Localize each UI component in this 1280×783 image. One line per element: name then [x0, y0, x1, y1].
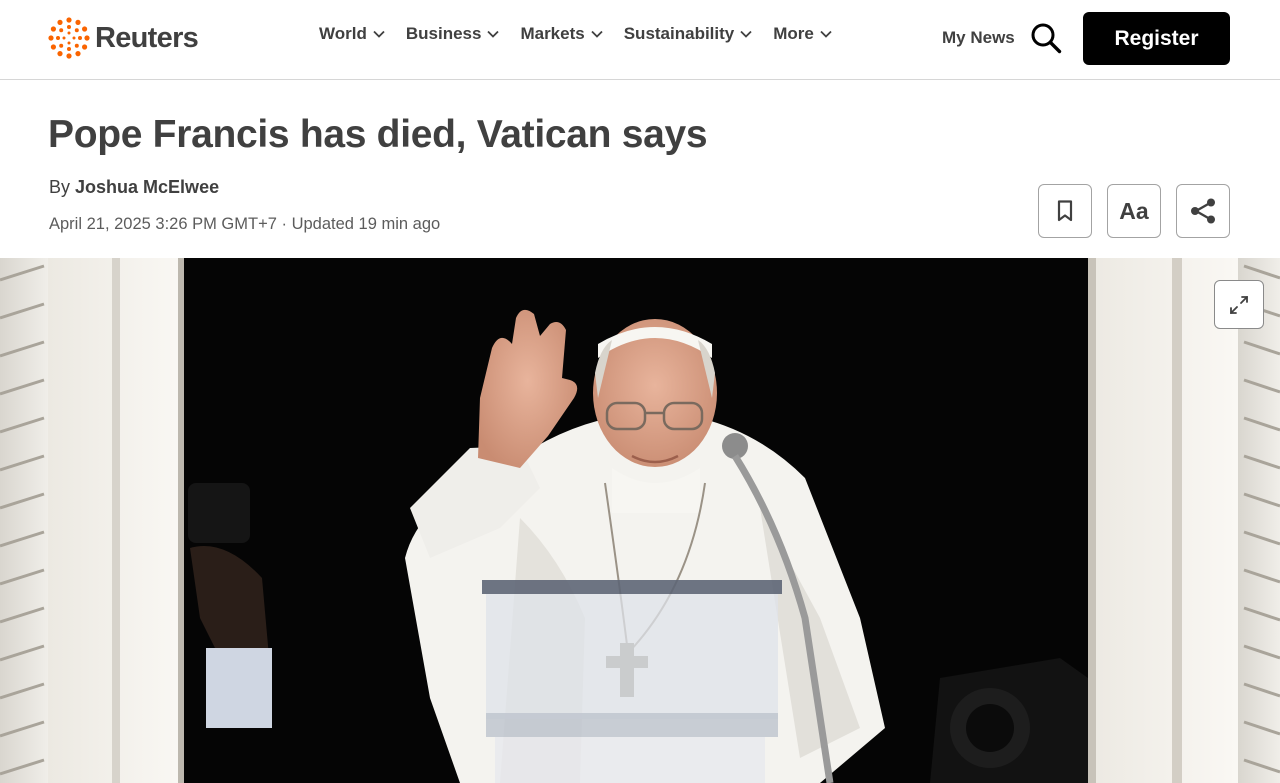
reuters-logo-icon [48, 17, 90, 59]
logo-wordmark: Reuters [95, 21, 199, 54]
share-button[interactable] [1176, 184, 1230, 238]
nav-item-more[interactable]: More [773, 24, 833, 44]
hero-photo [0, 258, 1280, 783]
text-size-button[interactable]: Aa [1107, 184, 1161, 238]
chevron-down-icon [487, 30, 500, 38]
chevron-down-icon [740, 30, 752, 38]
reuters-logo[interactable]: Reuters [48, 16, 199, 60]
nav-item-label: Sustainability [623, 24, 735, 43]
byline: By Joshua McElwee [49, 177, 219, 198]
chevron-down-icon [820, 30, 832, 38]
text-size-label: Aa [1119, 197, 1149, 224]
my-news-link[interactable]: My News [942, 28, 1015, 48]
nav-item-world[interactable]: World [319, 24, 386, 44]
expand-icon [1230, 295, 1248, 314]
top-navigation-bar: Reuters World Business Markets Sustainab… [0, 0, 1280, 80]
nav-item-label: More [773, 24, 814, 43]
hero-image [0, 258, 1280, 783]
article-headline: Pope Francis has died, Vatican says [48, 113, 708, 156]
article-dateline: April 21, 2025 3:26 PM GMT+7 · Updated 1… [49, 215, 441, 233]
bookmark-icon [1057, 200, 1073, 222]
nav-item-label: World [319, 24, 367, 43]
nav-item-label: Markets [520, 24, 585, 43]
nav-item-label: Business [405, 24, 482, 43]
share-icon [1191, 198, 1215, 224]
register-button[interactable]: Register [1083, 12, 1230, 65]
chevron-down-icon [591, 30, 603, 38]
chevron-down-icon [373, 30, 385, 38]
bookmark-button[interactable] [1038, 184, 1092, 238]
nav-item-markets[interactable]: Markets [520, 24, 603, 44]
author-link[interactable]: Joshua McElwee [75, 177, 219, 197]
nav-item-business[interactable]: Business [406, 24, 501, 44]
byline-prefix: By [49, 177, 71, 197]
main-nav: World Business Markets Sustainability Mo… [319, 24, 833, 44]
nav-item-sustainability[interactable]: Sustainability [624, 24, 754, 44]
expand-image-button[interactable] [1214, 280, 1264, 329]
search-icon[interactable] [1030, 22, 1062, 54]
